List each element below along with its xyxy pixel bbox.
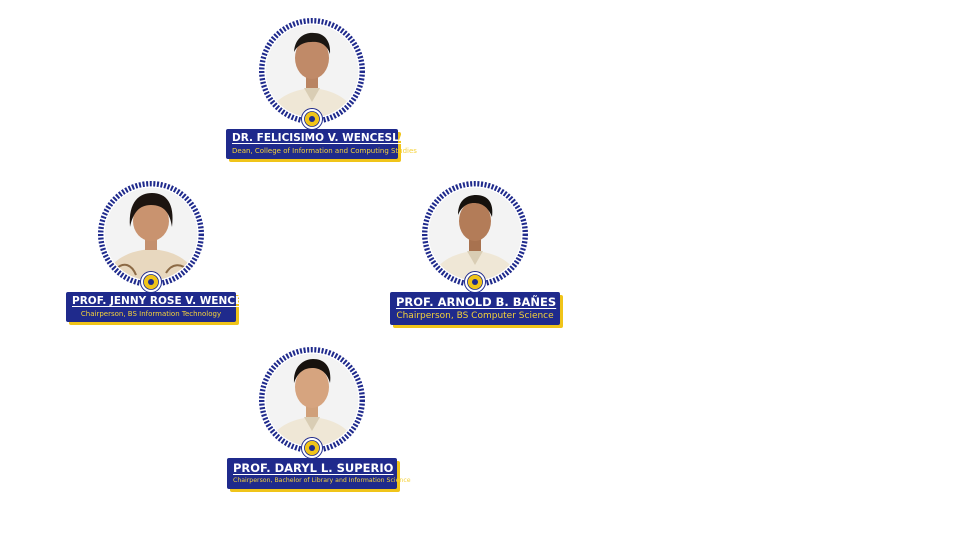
person-name: PROF. DARYL L. SUPERIO xyxy=(233,461,394,475)
portrait-chair-lis xyxy=(257,345,367,459)
portrait-chair-it xyxy=(96,179,206,293)
person-name: PROF. JENNY ROSE V. WENCESLAO xyxy=(72,295,274,307)
seal-icon xyxy=(464,271,486,293)
portrait-dean xyxy=(257,16,367,130)
person-role: Dean, College of Information and Computi… xyxy=(232,147,417,155)
nameplate-chair-lis: PROF. DARYL L. SUPERIO Chairperson, Bach… xyxy=(227,458,411,489)
profile-card-chair-it: PROF. JENNY ROSE V. WENCESLAO Chairperso… xyxy=(65,179,274,322)
nameplate-chair-cs: PROF. ARNOLD B. BAÑES Chairperson, BS Co… xyxy=(390,292,560,325)
portrait-chair-cs xyxy=(420,179,530,293)
seal-icon xyxy=(301,437,323,459)
profile-card-chair-lis: PROF. DARYL L. SUPERIO Chairperson, Bach… xyxy=(226,345,411,489)
nameplate-dean: DR. FELICISIMO V. WENCESLAO, JR. Dean, C… xyxy=(226,129,440,159)
person-name: PROF. ARNOLD B. BAÑES xyxy=(396,295,557,309)
nameplate-chair-it: PROF. JENNY ROSE V. WENCESLAO Chairperso… xyxy=(66,292,274,322)
person-role: Chairperson, BS Information Technology xyxy=(80,310,222,318)
seal-icon xyxy=(301,108,323,130)
profile-card-chair-cs: PROF. ARNOLD B. BAÑES Chairperson, BS Co… xyxy=(389,179,561,325)
person-name: DR. FELICISIMO V. WENCESLAO, JR. xyxy=(232,132,440,144)
person-role: Chairperson, Bachelor of Library and Inf… xyxy=(233,477,411,484)
seal-icon xyxy=(140,271,162,293)
org-chart-slide: DR. FELICISIMO V. WENCESLAO, JR. Dean, C… xyxy=(0,0,960,540)
person-role: Chairperson, BS Computer Science xyxy=(396,311,554,321)
profile-card-dean: DR. FELICISIMO V. WENCESLAO, JR. Dean, C… xyxy=(226,16,440,159)
